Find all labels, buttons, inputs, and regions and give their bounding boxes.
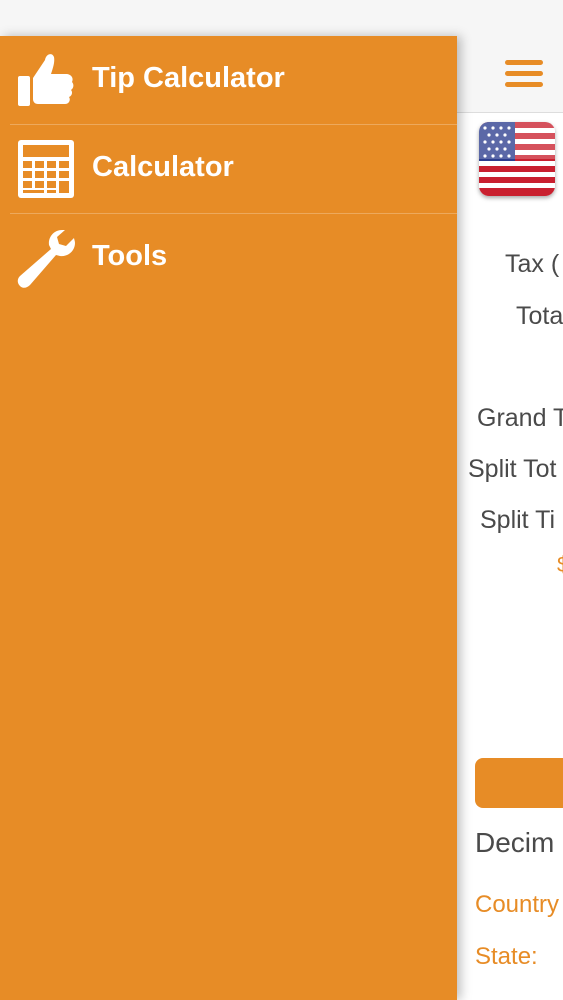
drawer-item-label: Tools (92, 240, 168, 272)
side-drawer: Tip Calculator Calculator Tools (0, 36, 457, 1000)
drawer-item-tip-calculator[interactable]: Tip Calculator (0, 36, 457, 125)
country-label[interactable]: Country (475, 891, 559, 919)
grand-total-label: Grand T (477, 404, 563, 432)
us-flag-graphic (479, 122, 555, 196)
drawer-item-tools[interactable]: Tools (0, 214, 457, 303)
main-top-bar (457, 0, 563, 113)
state-label[interactable]: State: (475, 943, 538, 971)
drawer-item-label: Calculator (92, 151, 234, 183)
wrench-icon (17, 230, 75, 288)
us-flag-icon[interactable] (479, 122, 555, 196)
drawer-item-label: Tip Calculator (92, 62, 285, 94)
drawer-item-calculator[interactable]: Calculator (0, 125, 457, 214)
currency-symbol: $ (557, 552, 563, 578)
thumbs-up-icon (18, 54, 74, 106)
main-screen: Tax ( Tota Grand T Split Tot Split Ti $ … (457, 0, 563, 1000)
total-label: Tota (516, 302, 563, 330)
calculate-button[interactable] (475, 758, 563, 808)
tax-label: Tax ( (505, 250, 560, 278)
split-total-label: Split Tot (468, 455, 557, 483)
decimal-label: Decim (475, 827, 555, 858)
split-tip-label: Split Ti (480, 506, 556, 534)
calculator-icon (18, 140, 74, 198)
hamburger-menu-icon[interactable] (505, 60, 543, 90)
